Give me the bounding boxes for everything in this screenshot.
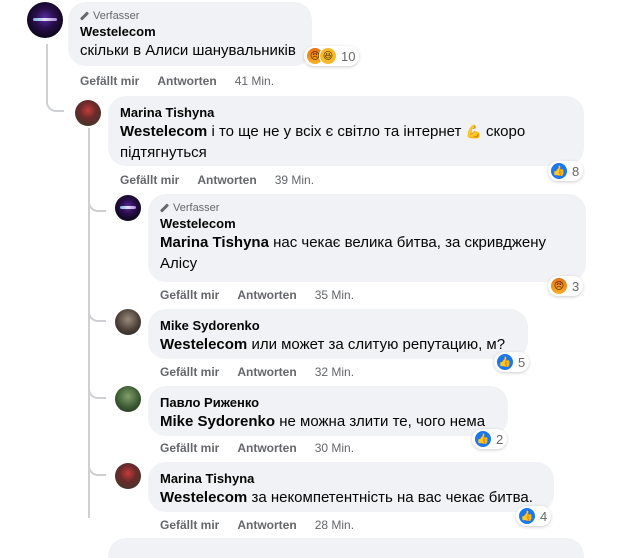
thread-connector xyxy=(88,454,106,476)
angry-icon: 😠 xyxy=(550,277,568,295)
like-icon: 👍 xyxy=(550,162,568,180)
mention-link[interactable]: Westelecom xyxy=(160,489,247,506)
timestamp[interactable]: 28 Min. xyxy=(315,518,354,532)
comment-author[interactable]: Westelecom xyxy=(80,23,300,40)
like-button[interactable]: Gefällt mir xyxy=(160,365,219,379)
reply-button[interactable]: Antworten xyxy=(237,288,296,302)
reaction-count: 3 xyxy=(572,278,580,294)
comment-author[interactable]: Павло Риженко xyxy=(160,394,496,411)
reaction-summary[interactable]: 😠 😆 10 xyxy=(304,46,360,66)
comment-text: скільки в Алиси шанувальників xyxy=(80,42,296,59)
comment-author[interactable]: Westelecom xyxy=(160,215,574,232)
avatar[interactable] xyxy=(115,309,141,335)
comment-bubble: Павло Риженко Mike Sydorenko не можна зл… xyxy=(148,386,508,436)
avatar[interactable] xyxy=(27,2,63,38)
comment-actions: Gefällt mir Antworten 28 Min. xyxy=(160,518,372,532)
pencil-icon xyxy=(80,12,89,21)
comment-text: Westelecom і то ще не у всіх є світло та… xyxy=(120,123,526,161)
reply-button[interactable]: Antworten xyxy=(237,365,296,379)
timestamp[interactable]: 32 Min. xyxy=(315,365,354,379)
comment-text: Westelecom или может за слитую репутацию… xyxy=(160,336,506,353)
badge-label: Verfasser xyxy=(93,10,140,22)
thread-connector xyxy=(46,80,64,112)
comment-author[interactable]: Mike Sydorenko xyxy=(160,317,516,334)
next-comment-bubble xyxy=(108,538,584,558)
thread-connector xyxy=(88,190,106,212)
reply-button[interactable]: Antworten xyxy=(237,518,296,532)
like-icon: 👍 xyxy=(518,507,536,525)
comment-bubble: Verfasser Westelecom Marina Tishyna нас … xyxy=(148,194,586,282)
comment-author[interactable]: Marina Tishyna xyxy=(120,104,572,121)
like-button[interactable]: Gefällt mir xyxy=(120,173,179,187)
comment-text: Marina Tishyna нас чекає велика битва, з… xyxy=(160,234,546,272)
reaction-summary[interactable]: 👍 8 xyxy=(548,161,584,181)
comment-actions: Gefällt mir Antworten 30 Min. xyxy=(160,441,372,455)
reaction-count: 5 xyxy=(518,354,526,370)
comment-bubble: Verfasser Westelecom скільки в Алиси шан… xyxy=(68,2,312,66)
comment-author[interactable]: Marina Tishyna xyxy=(160,470,542,487)
reaction-count: 4 xyxy=(540,508,548,524)
avatar[interactable] xyxy=(115,386,141,412)
like-button[interactable]: Gefällt mir xyxy=(160,518,219,532)
muscle-emoji: 💪 xyxy=(465,124,482,139)
timestamp[interactable]: 30 Min. xyxy=(315,441,354,455)
like-button[interactable]: Gefällt mir xyxy=(160,441,219,455)
timestamp[interactable]: 35 Min. xyxy=(315,288,354,302)
reaction-summary[interactable]: 👍 4 xyxy=(516,506,552,526)
mention-link[interactable]: Westelecom xyxy=(120,123,207,140)
like-icon: 👍 xyxy=(474,430,492,448)
reply-button[interactable]: Antworten xyxy=(157,74,216,88)
thread-connector xyxy=(88,377,106,399)
author-badge: Verfasser xyxy=(80,10,300,23)
avatar[interactable] xyxy=(115,463,141,489)
mention-link[interactable]: Westelecom xyxy=(160,336,247,353)
reaction-summary[interactable]: 👍 5 xyxy=(494,352,530,372)
reaction-count: 8 xyxy=(572,163,580,179)
comment-actions: Gefällt mir Antworten 39 Min. xyxy=(120,173,332,187)
like-icon: 👍 xyxy=(496,353,514,371)
comment-bubble: Marina Tishyna Westelecom і то ще не у в… xyxy=(108,96,584,166)
reply-button[interactable]: Antworten xyxy=(237,441,296,455)
avatar[interactable] xyxy=(75,100,101,126)
haha-icon: 😆 xyxy=(319,47,337,65)
reaction-count: 2 xyxy=(496,431,504,447)
comment-text: Mike Sydorenko не можна злити те, чого н… xyxy=(160,413,486,430)
pencil-icon xyxy=(160,204,169,213)
reaction-count: 10 xyxy=(341,48,356,64)
author-badge: Verfasser xyxy=(160,202,574,215)
comment-actions: Gefällt mir Antworten 32 Min. xyxy=(160,365,372,379)
like-button[interactable]: Gefällt mir xyxy=(160,288,219,302)
like-button[interactable]: Gefällt mir xyxy=(80,74,139,88)
comment-bubble: Marina Tishyna Westelecom за некомпетент… xyxy=(148,462,554,512)
comment-bubble: Mike Sydorenko Westelecom или может за с… xyxy=(148,309,528,359)
reply-button[interactable]: Antworten xyxy=(197,173,256,187)
timestamp[interactable]: 41 Min. xyxy=(235,74,274,88)
badge-label: Verfasser xyxy=(173,202,220,214)
timestamp[interactable]: 39 Min. xyxy=(275,173,314,187)
comment-text: Westelecom за некомпетентність на вас че… xyxy=(160,489,533,506)
comment-actions: Gefällt mir Antworten 35 Min. xyxy=(160,288,372,302)
reaction-summary[interactable]: 👍 2 xyxy=(472,429,508,449)
mention-link[interactable]: Mike Sydorenko xyxy=(160,413,275,430)
thread-connector xyxy=(88,300,106,322)
avatar[interactable] xyxy=(115,195,141,221)
reaction-summary[interactable]: 😠 3 xyxy=(548,276,584,296)
mention-link[interactable]: Marina Tishyna xyxy=(160,234,269,251)
comment-actions: Gefällt mir Antworten 41 Min. xyxy=(80,74,292,88)
